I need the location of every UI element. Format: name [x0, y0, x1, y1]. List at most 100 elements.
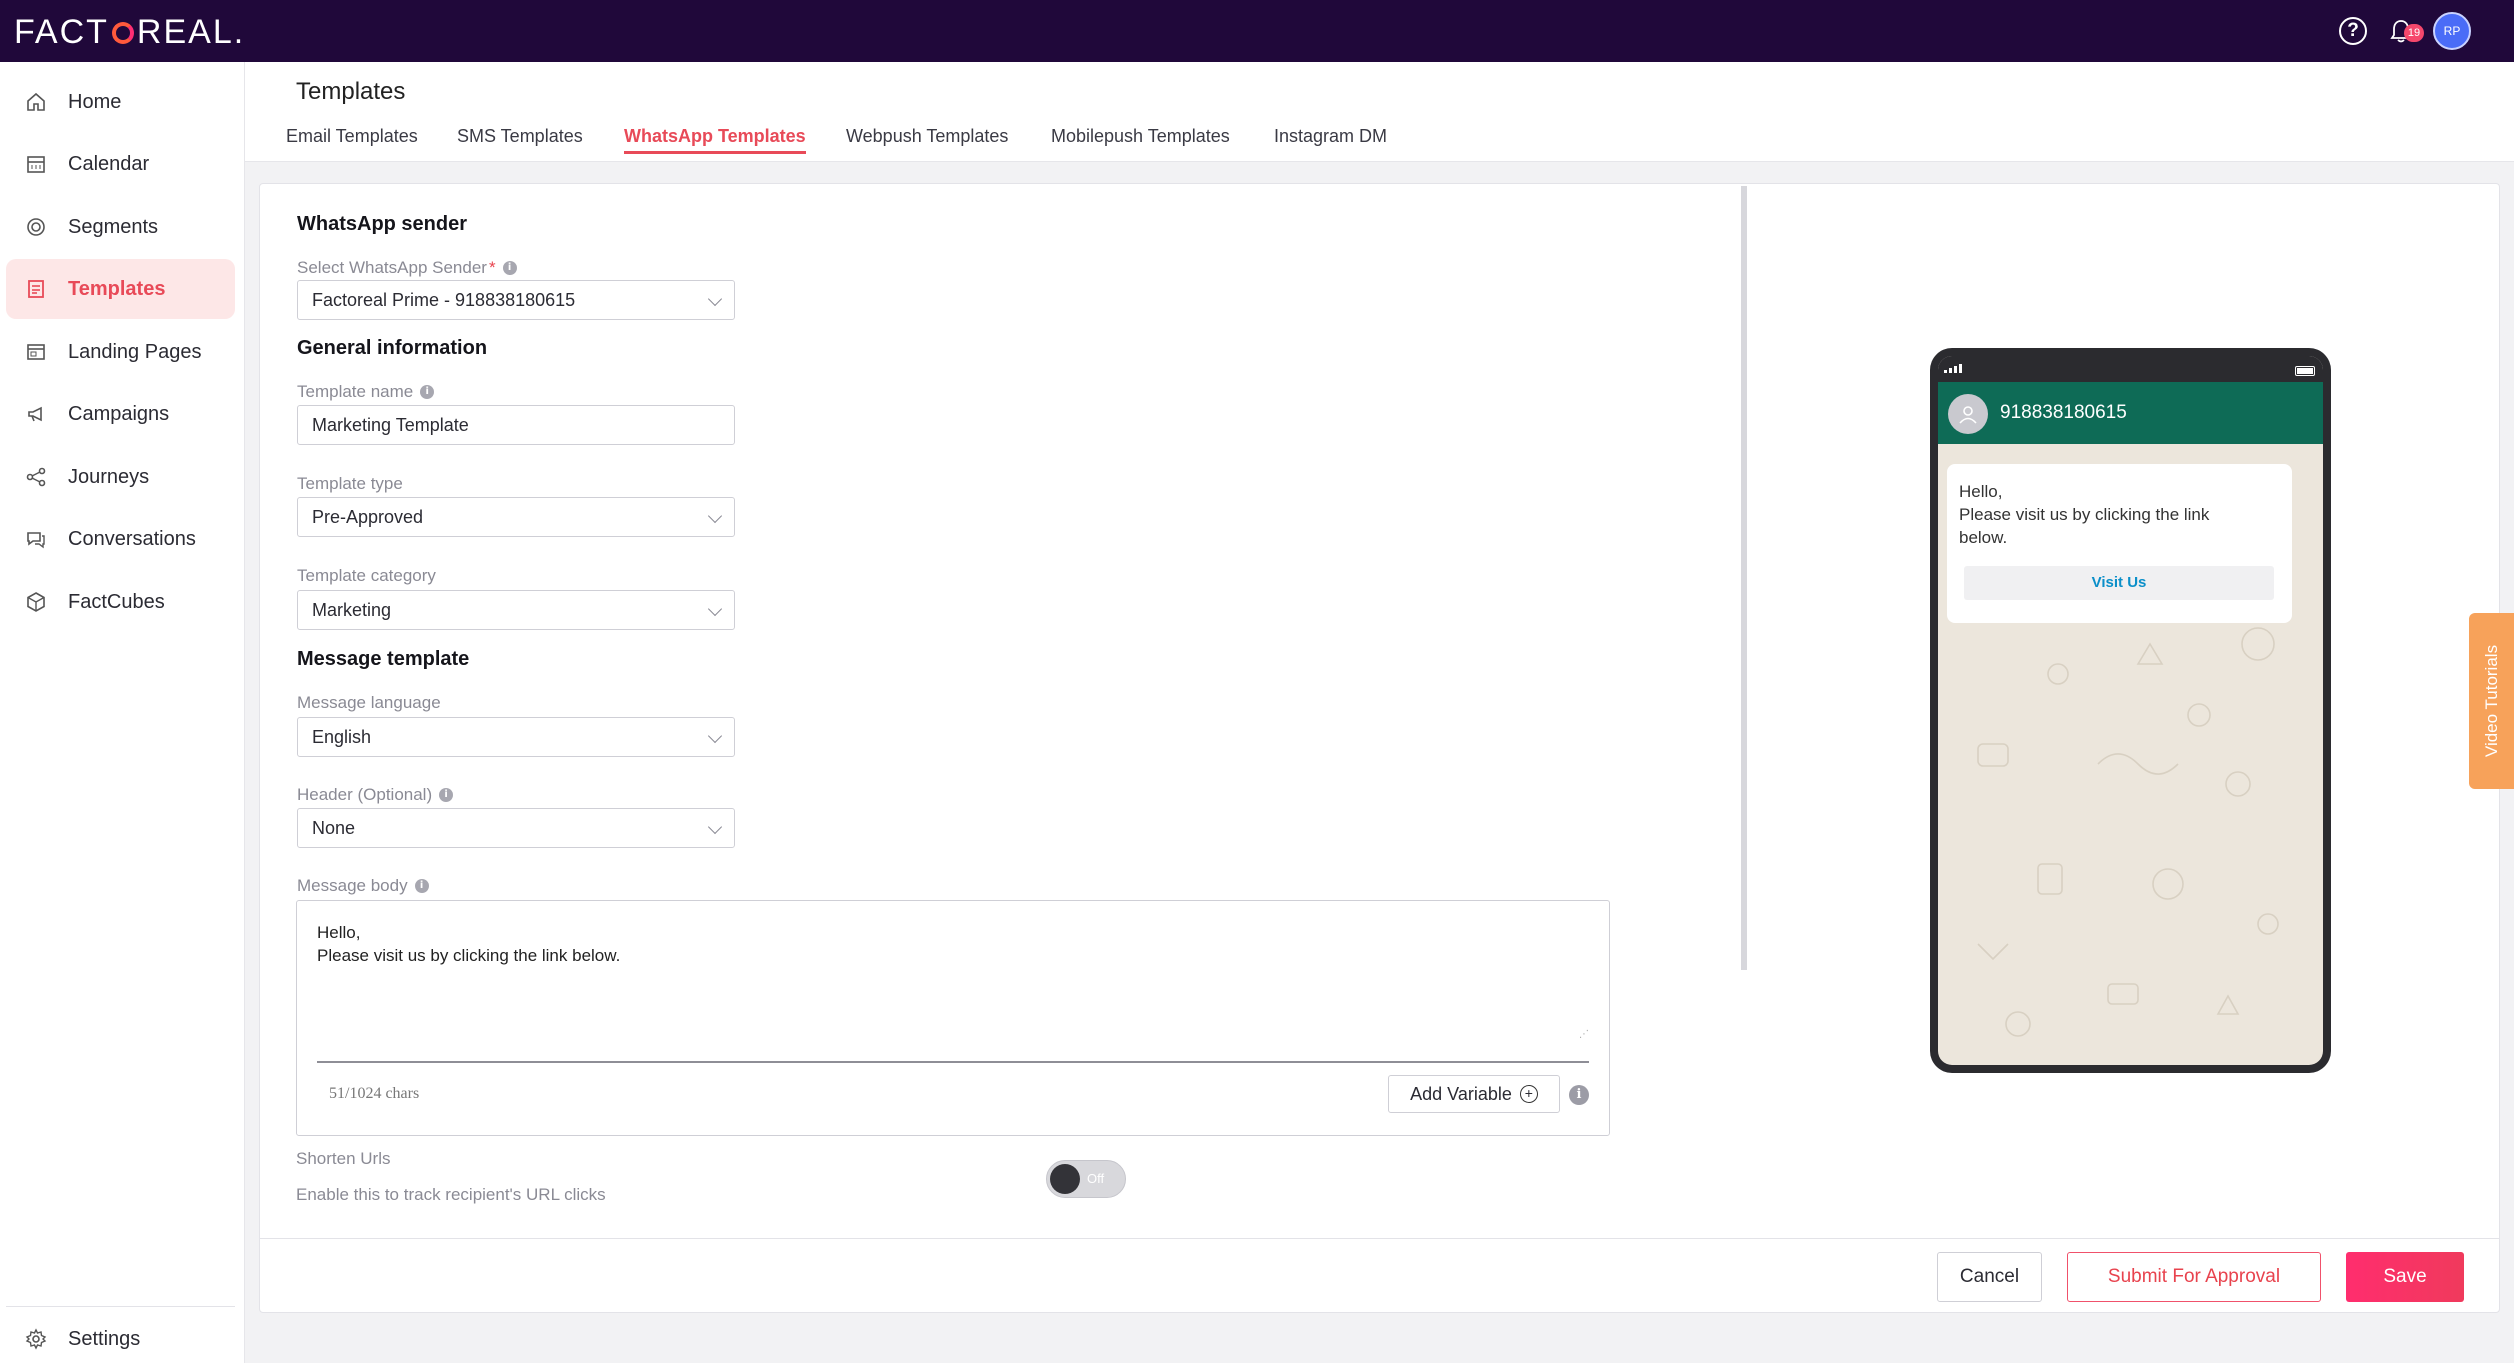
sidebar-item-factcubes[interactable]: FactCubes	[6, 572, 235, 632]
chevron-down-icon	[707, 819, 723, 835]
add-variable-button[interactable]: Add Variable +	[1388, 1075, 1560, 1113]
sidebar-item-label: Conversations	[68, 527, 196, 550]
sender-label-text: Select WhatsApp Sender	[297, 258, 487, 277]
sender-select[interactable]: Factoreal Prime - 918838180615	[297, 280, 735, 320]
tab-email-templates[interactable]: Email Templates	[286, 126, 418, 147]
template-category-select[interactable]: Marketing	[297, 590, 735, 630]
sidebar-item-settings[interactable]: Settings	[6, 1309, 235, 1363]
message-body-label-text: Message body	[297, 876, 408, 895]
segments-icon	[24, 215, 48, 239]
save-button[interactable]: Save	[2346, 1252, 2464, 1302]
info-icon[interactable]: i	[414, 879, 429, 893]
char-count: 51/1024 chars	[329, 1085, 420, 1102]
header-label: Header (Optional) i	[297, 785, 454, 805]
video-tutorials-tab[interactable]: Video Tutorials	[2469, 613, 2514, 789]
message-language-label: Message language	[297, 693, 441, 712]
journeys-icon	[24, 465, 48, 489]
page-title: Templates	[296, 78, 406, 105]
message-language-select[interactable]: English	[297, 717, 735, 757]
sidebar-item-label: Settings	[68, 1327, 141, 1350]
header-select-value: None	[312, 818, 356, 838]
template-name-input[interactable]: Marketing Template	[297, 405, 735, 445]
cube-icon	[24, 590, 48, 614]
general-information-heading: General information	[297, 337, 488, 359]
sidebar-item-label: Segments	[68, 215, 159, 238]
info-icon[interactable]: i	[439, 788, 454, 802]
submit-for-approval-button[interactable]: Submit For Approval	[2067, 1252, 2321, 1302]
header-select[interactable]: None	[297, 808, 735, 848]
sidebar-item-campaigns[interactable]: Campaigns	[6, 384, 235, 444]
tab-webpush-templates[interactable]: Webpush Templates	[846, 126, 1008, 147]
help-icon[interactable]: ?	[2339, 17, 2367, 45]
phone-status-bar	[1938, 356, 2323, 382]
sidebar-item-home[interactable]: Home	[6, 72, 235, 132]
info-icon[interactable]: i	[502, 261, 517, 275]
template-type-label: Template type	[297, 474, 403, 493]
battery-icon	[2295, 366, 2315, 376]
megaphone-icon	[24, 402, 48, 426]
preview-message-bubble: Hello, Please visit us by clicking the l…	[1947, 464, 2292, 623]
top-bar: FACT REAL. ? 19 RP	[0, 0, 2514, 62]
info-icon[interactable]: i	[420, 385, 435, 399]
template-type-value: Pre-Approved	[312, 507, 424, 527]
tab-instagram-dm[interactable]: Instagram DM	[1274, 126, 1387, 147]
factoreal-logo[interactable]: FACT REAL.	[14, 12, 246, 51]
contact-number: 918838180615	[2000, 402, 2127, 423]
chevron-down-icon	[707, 601, 723, 617]
shorten-urls-label: Shorten Urls	[296, 1149, 391, 1168]
template-category-label: Template category	[297, 566, 436, 585]
tab-mobilepush-templates[interactable]: Mobilepush Templates	[1051, 126, 1230, 147]
chat-header: 918838180615	[1938, 382, 2323, 444]
message-language-value: English	[312, 727, 372, 747]
signal-icon	[1944, 364, 1962, 373]
template-type-select[interactable]: Pre-Approved	[297, 497, 735, 537]
template-name-label: Template name i	[297, 382, 435, 402]
sidebar-item-journeys[interactable]: Journeys	[6, 447, 235, 507]
home-icon	[24, 90, 48, 114]
logo-text-right: REAL.	[136, 12, 246, 51]
toggle-state-label: Off	[1087, 1171, 1105, 1186]
add-variable-label: Add Variable	[1410, 1083, 1512, 1104]
sidebar-item-label: Templates	[68, 277, 166, 300]
whatsapp-phone-preview: 918838180615 Hello, Please visit us by c…	[1930, 348, 2331, 1073]
logo-text-left: FACT	[14, 12, 109, 51]
sidebar-item-label: Landing Pages	[68, 340, 202, 363]
shorten-urls-description: Enable this to track recipient's URL cli…	[296, 1185, 606, 1204]
message-body-text[interactable]: Hello, Please visit us by clicking the l…	[317, 921, 620, 967]
cancel-button[interactable]: Cancel	[1937, 1252, 2042, 1302]
sidebar-item-label: Campaigns	[68, 402, 170, 425]
user-avatar[interactable]: RP	[2433, 12, 2471, 50]
info-icon[interactable]: i	[1569, 1085, 1589, 1105]
preview-divider[interactable]	[1741, 186, 1747, 970]
message-body-editor[interactable]: Hello, Please visit us by clicking the l…	[296, 900, 1610, 1136]
sidebar-item-segments[interactable]: Segments	[6, 197, 235, 257]
footer-divider	[260, 1238, 2499, 1239]
sidebar-item-label: Home	[68, 90, 122, 113]
sidebar-item-templates[interactable]: Templates	[6, 259, 235, 319]
resize-grip-icon[interactable]: ⋰	[1579, 1029, 1589, 1040]
chevron-down-icon	[707, 508, 723, 524]
tab-sms-templates[interactable]: SMS Templates	[457, 126, 583, 147]
shorten-urls-toggle[interactable]: Off	[1046, 1160, 1126, 1198]
video-tutorials-label: Video Tutorials	[2481, 644, 2501, 758]
header-label-text: Header (Optional)	[297, 785, 433, 804]
preview-visit-us-button: Visit Us	[1964, 566, 2274, 600]
logo-o-mark	[111, 22, 134, 44]
sidebar-item-conversations[interactable]: Conversations	[6, 509, 235, 569]
sidebar-item-calendar[interactable]: Calendar	[6, 134, 235, 194]
sidebar-item-label: FactCubes	[68, 590, 165, 613]
sidebar-item-landing-pages[interactable]: Landing Pages	[6, 322, 235, 382]
message-template-heading: Message template	[297, 648, 470, 670]
calendar-icon	[24, 152, 48, 176]
chevron-down-icon	[707, 291, 723, 307]
sidebar-item-label: Calendar	[68, 152, 150, 175]
templates-icon	[24, 277, 48, 301]
whatsapp-sender-heading: WhatsApp sender	[297, 213, 468, 235]
contact-avatar-icon	[1948, 394, 1988, 434]
tab-whatsapp-templates[interactable]: WhatsApp Templates	[624, 126, 806, 154]
notification-count-badge: 19	[2404, 24, 2424, 42]
chat-icon	[24, 527, 48, 551]
page-header	[245, 62, 2514, 162]
plus-circle-icon: +	[1519, 1085, 1538, 1103]
preview-message-text: Hello, Please visit us by clicking the l…	[1959, 482, 2210, 547]
